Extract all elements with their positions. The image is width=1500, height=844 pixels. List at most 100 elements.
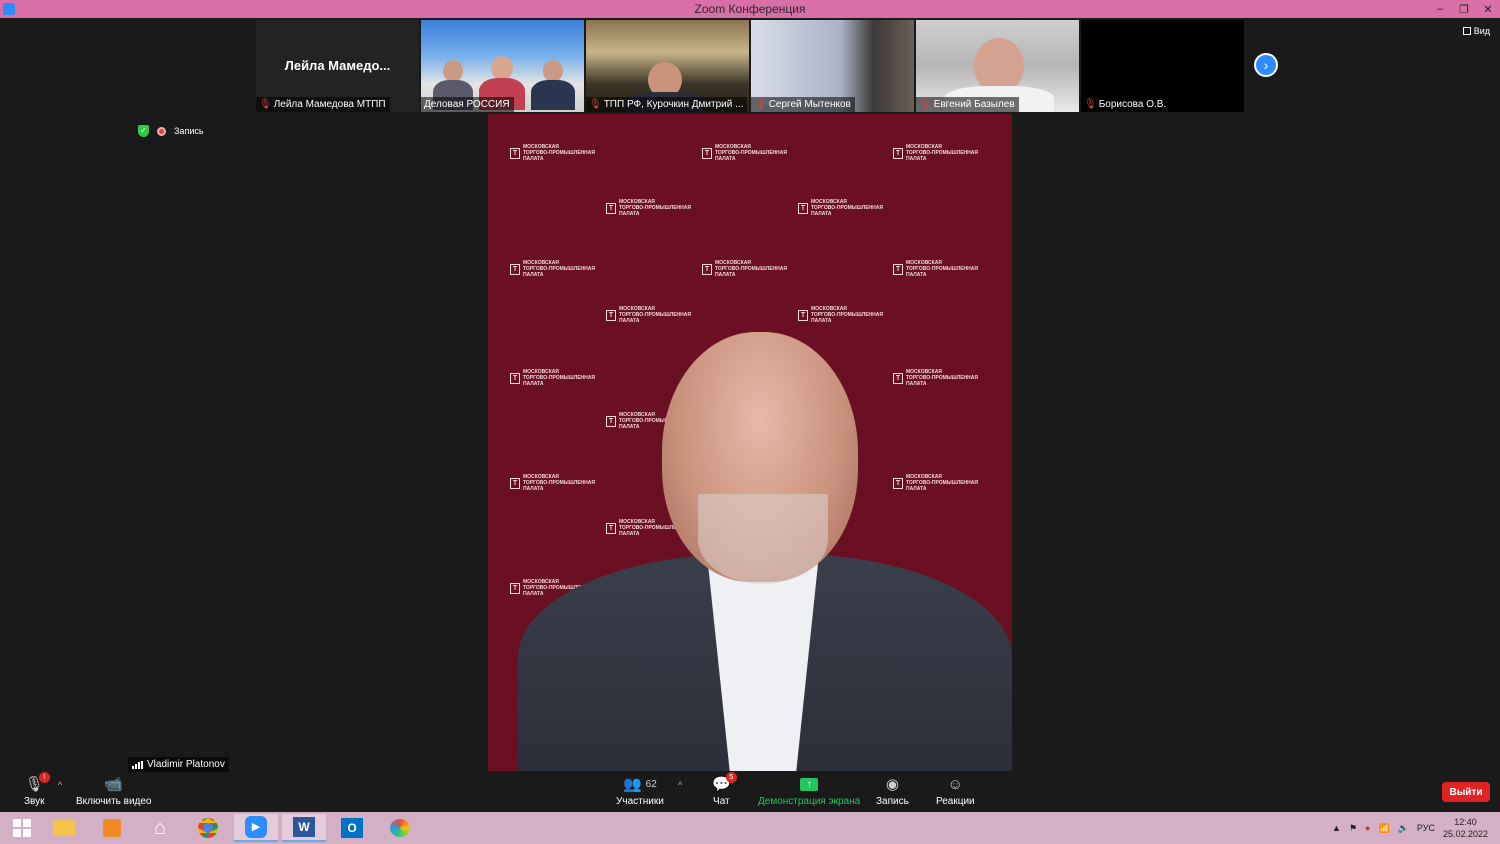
backdrop-logo-text: МОСКОВСКАЯ ТОРГОВО-ПРОМЫШЛЕННАЯ ПАЛАТА [523, 144, 595, 162]
meeting-stage: Лейла Мамедо... 🎙 Лейла Мамедова МТПП Де… [0, 18, 1500, 772]
participant-tile[interactable]: 🎙 Евгений Базылев [916, 20, 1079, 112]
backdrop-logo: T МОСКОВСКАЯ ТОРГОВО-ПРОМЫШЛЕННАЯ ПАЛАТА [798, 306, 883, 324]
network-icon[interactable]: 📶 [1378, 823, 1389, 834]
participant-tile[interactable]: Деловая РОССИЯ [421, 20, 584, 112]
media-player-icon [103, 819, 121, 837]
participant-name-label: Деловая РОССИЯ [421, 97, 514, 112]
participants-button[interactable]: 👥 62 Участники [616, 774, 664, 807]
home-icon: ⌂ [153, 816, 167, 839]
signal-strength-icon [132, 760, 143, 769]
backdrop-logo-text: МОСКОВСКАЯ ТОРГОВО-ПРОМЫШЛЕННАЯ ПАЛАТА [906, 474, 978, 492]
participant-tile[interactable]: 🎙 Сергей Мытенков [751, 20, 914, 112]
leave-meeting-button[interactable]: Выйти [1442, 782, 1490, 802]
reactions-button[interactable]: ☺ Реакции [936, 774, 975, 808]
backdrop-logo-text: МОСКОВСКАЯ ТОРГОВО-ПРОМЫШЛЕННАЯ ПАЛАТА [523, 260, 595, 278]
mic-muted-icon: 🎙 [1084, 99, 1097, 110]
chamber-emblem-icon: T [893, 477, 903, 489]
backdrop-logo-text: МОСКОВСКАЯ ТОРГОВО-ПРОМЫШЛЕННАЯ ПАЛАТА [523, 474, 595, 492]
chamber-emblem-icon: T [510, 372, 520, 384]
start-button[interactable] [0, 814, 44, 842]
view-button[interactable]: Вид [1462, 26, 1490, 36]
chamber-emblem-icon: T [702, 147, 712, 159]
backdrop-logo-text: МОСКОВСКАЯ ТОРГОВО-ПРОМЫШЛЕННАЯ ПАЛАТА [523, 369, 595, 387]
taskbar-word[interactable]: W [282, 814, 326, 842]
backdrop-logo: T МОСКОВСКАЯ ТОРГОВО-ПРОМЫШЛЕННАЯ ПАЛАТА [510, 474, 595, 492]
audio-alert-badge: ! [38, 772, 50, 783]
taskbar-media-player[interactable] [90, 814, 134, 842]
recording-status: Запись [174, 126, 204, 136]
main-speaker-video: T МОСКОВСКАЯ ТОРГОВО-ПРОМЫШЛЕННАЯ ПАЛАТА T МО… [488, 114, 1012, 771]
backdrop-logo: T МОСКОВСКАЯ ТОРГОВО-ПРОМЫШЛЕННАЯ ПАЛАТА [606, 199, 691, 217]
chamber-emblem-icon: T [606, 522, 616, 534]
language-indicator[interactable]: РУС [1417, 823, 1435, 833]
participant-name-label: 🎙 Борисова О.В. [1081, 97, 1171, 112]
outlook-icon: O [341, 818, 363, 838]
chamber-emblem-icon: T [702, 263, 712, 275]
antivirus-icon[interactable]: ● [1365, 823, 1370, 833]
audio-button[interactable]: 🎙! Звук [24, 772, 50, 807]
window-controls: – ❐ ✕ [1428, 0, 1500, 18]
window-title: Zoom Конференция [694, 2, 806, 16]
backdrop-logo-text: МОСКОВСКАЯ ТОРГОВО-ПРОМЫШЛЕННАЯ ПАЛАТА [715, 260, 787, 278]
backdrop-logo: T МОСКОВСКАЯ ТОРГОВО-ПРОМЫШЛЕННАЯ ПАЛАТА [702, 260, 787, 278]
microphone-icon: 🎙! [25, 772, 50, 794]
participant-display-name: Лейла Мамедо... [284, 58, 391, 73]
taskbar-chrome[interactable] [186, 814, 230, 842]
participants-icon: 👥 62 [622, 776, 657, 793]
recording-dot-icon [157, 126, 166, 136]
meeting-toolbar: 🎙! Звук ^ 📹 Включить видео 👥 62 Участник… [0, 772, 1500, 812]
taskbar-clock[interactable]: 12:40 25.02.2022 [1443, 816, 1488, 840]
chat-button[interactable]: 💬 5 Чат [712, 772, 737, 807]
tray-expand-icon[interactable]: ▲ [1332, 823, 1341, 833]
minimize-button[interactable]: – [1428, 0, 1452, 18]
backdrop-logo: T МОСКОВСКАЯ ТОРГОВО-ПРОМЫШЛЕННАЯ ПАЛАТА [893, 474, 978, 492]
taskbar-paint[interactable] [378, 814, 422, 842]
record-button[interactable]: ◉ Запись [876, 774, 909, 807]
volume-icon[interactable]: 🔊 [1398, 823, 1409, 834]
record-icon: ◉ [885, 776, 899, 793]
share-screen-button[interactable]: ↑ Демонстрация экрана [758, 774, 860, 807]
chamber-emblem-icon: T [510, 263, 520, 275]
reaction-smiley-icon: ☺ [947, 775, 963, 793]
taskbar-home[interactable]: ⌂ [138, 814, 182, 842]
system-tray: ▲ ⚑ ● 📶 🔊 РУС 12:40 25.02.2022 [1332, 812, 1488, 844]
restore-button[interactable]: ❐ [1452, 0, 1476, 18]
participant-tile[interactable]: 🎙 Борисова О.В. [1081, 20, 1244, 112]
backdrop-logo-text: МОСКОВСКАЯ ТОРГОВО-ПРОМЫШЛЕННАЯ ПАЛАТА [811, 306, 883, 324]
taskbar-outlook[interactable]: O [330, 814, 374, 842]
backdrop-logo: T МОСКОВСКАЯ ТОРГОВО-ПРОМЫШЛЕННАЯ ПАЛАТА [893, 260, 978, 278]
backdrop-logo-text: МОСКОВСКАЯ ТОРГОВО-ПРОМЫШЛЕННАЯ ПАЛАТА [619, 199, 691, 217]
audio-options-caret[interactable]: ^ [58, 780, 62, 790]
chamber-emblem-icon: T [606, 415, 616, 427]
taskbar-zoom[interactable]: ▶ [234, 814, 278, 842]
next-page-button[interactable]: › [1254, 53, 1278, 77]
backdrop-logo: T МОСКОВСКАЯ ТОРГОВО-ПРОМЫШЛЕННАЯ ПАЛАТА [702, 144, 787, 162]
taskbar-file-explorer[interactable] [42, 814, 86, 842]
chamber-emblem-icon: T [510, 477, 520, 489]
start-video-button[interactable]: 📹 Включить видео [76, 774, 152, 807]
close-button[interactable]: ✕ [1476, 0, 1500, 18]
chevron-right-icon: › [1263, 57, 1269, 73]
window-title-bar: Zoom Конференция – ❐ ✕ [0, 0, 1500, 18]
chat-icon: 💬 5 [712, 772, 737, 794]
meeting-status: ✓ Запись [138, 125, 204, 137]
backdrop-logo: T МОСКОВСКАЯ ТОРГОВО-ПРОМЫШЛЕННАЯ ПАЛАТА [893, 144, 978, 162]
participant-tile[interactable]: 🎙 ТПП РФ, Курочкин Дмитрий ... [586, 20, 749, 112]
participant-tile[interactable]: Лейла Мамедо... 🎙 Лейла Мамедова МТПП [256, 20, 419, 112]
chrome-icon [198, 818, 218, 838]
word-icon: W [293, 817, 315, 837]
participant-name-label: 🎙 Лейла Мамедова МТПП [256, 97, 390, 112]
action-flag-icon[interactable]: ⚑ [1349, 823, 1357, 834]
chamber-emblem-icon: T [893, 372, 903, 384]
backdrop-logo-text: МОСКОВСКАЯ ТОРГОВО-ПРОМЫШЛЕННАЯ ПАЛАТА [715, 144, 787, 162]
mic-muted-icon: 🎙 [754, 99, 767, 110]
security-shield-icon[interactable]: ✓ [138, 125, 149, 137]
backdrop-logo: T МОСКОВСКАЯ ТОРГОВО-ПРОМЫШЛЕННАЯ ПАЛАТА [798, 199, 883, 217]
windows-taskbar: ⌂ ▶ W O ▲ ⚑ ● 📶 🔊 РУС 12:40 25.02.2022 [0, 812, 1500, 844]
speaker-name-label: Vladimir Platonov [128, 757, 229, 772]
folder-icon [53, 820, 75, 836]
participants-options-caret[interactable]: ^ [678, 780, 682, 790]
participant-name-label: 🎙 ТПП РФ, Курочкин Дмитрий ... [586, 97, 748, 112]
chat-unread-badge: 5 [725, 772, 737, 783]
backdrop-logo: T МОСКОВСКАЯ ТОРГОВО-ПРОМЫШЛЕННАЯ ПАЛАТА [510, 369, 595, 387]
